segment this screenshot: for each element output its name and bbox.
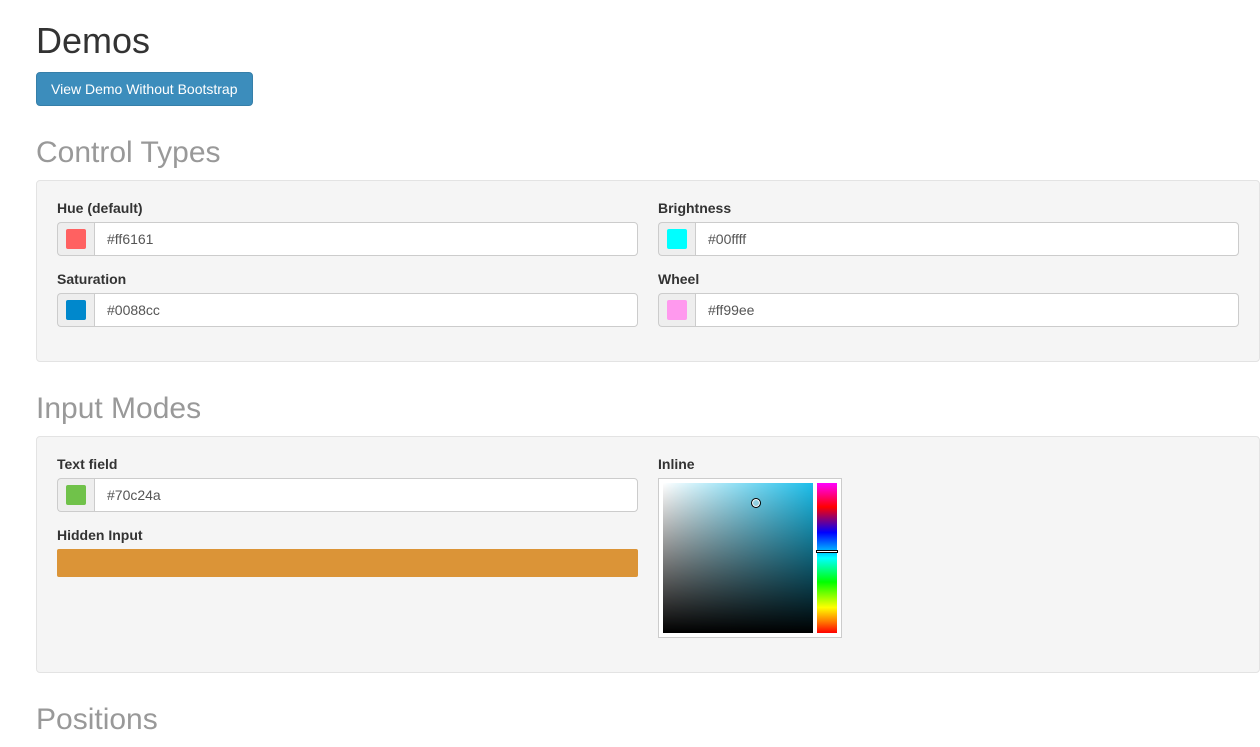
brightness-input[interactable]: [695, 222, 1239, 256]
inline-label: Inline: [658, 456, 1239, 472]
page-title: Demos: [36, 20, 1260, 62]
brightness-swatch-button[interactable]: [658, 222, 695, 256]
view-demo-without-bootstrap-button[interactable]: View Demo Without Bootstrap: [36, 72, 253, 106]
brightness-swatch-icon: [667, 229, 687, 249]
text-field-swatch-button[interactable]: [57, 478, 94, 512]
hue-swatch-icon: [66, 229, 86, 249]
inline-hue-slider[interactable]: [817, 483, 837, 633]
control-types-panel: Hue (default) Saturation: [36, 180, 1260, 362]
section-heading-positions: Positions: [36, 703, 1260, 737]
saturation-input[interactable]: [94, 293, 638, 327]
hue-input[interactable]: [94, 222, 638, 256]
inline-picker-cursor-icon: [751, 498, 761, 508]
input-modes-panel: Text field Hidden Input Inline: [36, 436, 1260, 673]
saturation-swatch-button[interactable]: [57, 293, 94, 327]
text-field-swatch-icon: [66, 485, 86, 505]
wheel-swatch-icon: [667, 300, 687, 320]
hue-swatch-button[interactable]: [57, 222, 94, 256]
hue-label: Hue (default): [57, 200, 638, 216]
section-heading-control-types: Control Types: [36, 136, 1260, 170]
saturation-label: Saturation: [57, 271, 638, 287]
wheel-swatch-button[interactable]: [658, 293, 695, 327]
text-field-input[interactable]: [94, 478, 638, 512]
inline-color-picker: [658, 478, 842, 638]
inline-hue-indicator-icon: [816, 550, 838, 553]
saturation-swatch-icon: [66, 300, 86, 320]
wheel-input[interactable]: [695, 293, 1239, 327]
hidden-input-label: Hidden Input: [57, 527, 638, 543]
wheel-label: Wheel: [658, 271, 1239, 287]
text-field-label: Text field: [57, 456, 638, 472]
brightness-label: Brightness: [658, 200, 1239, 216]
hidden-input-swatch[interactable]: [57, 549, 638, 577]
inline-picker-grid[interactable]: [663, 483, 813, 633]
section-heading-input-modes: Input Modes: [36, 392, 1260, 426]
